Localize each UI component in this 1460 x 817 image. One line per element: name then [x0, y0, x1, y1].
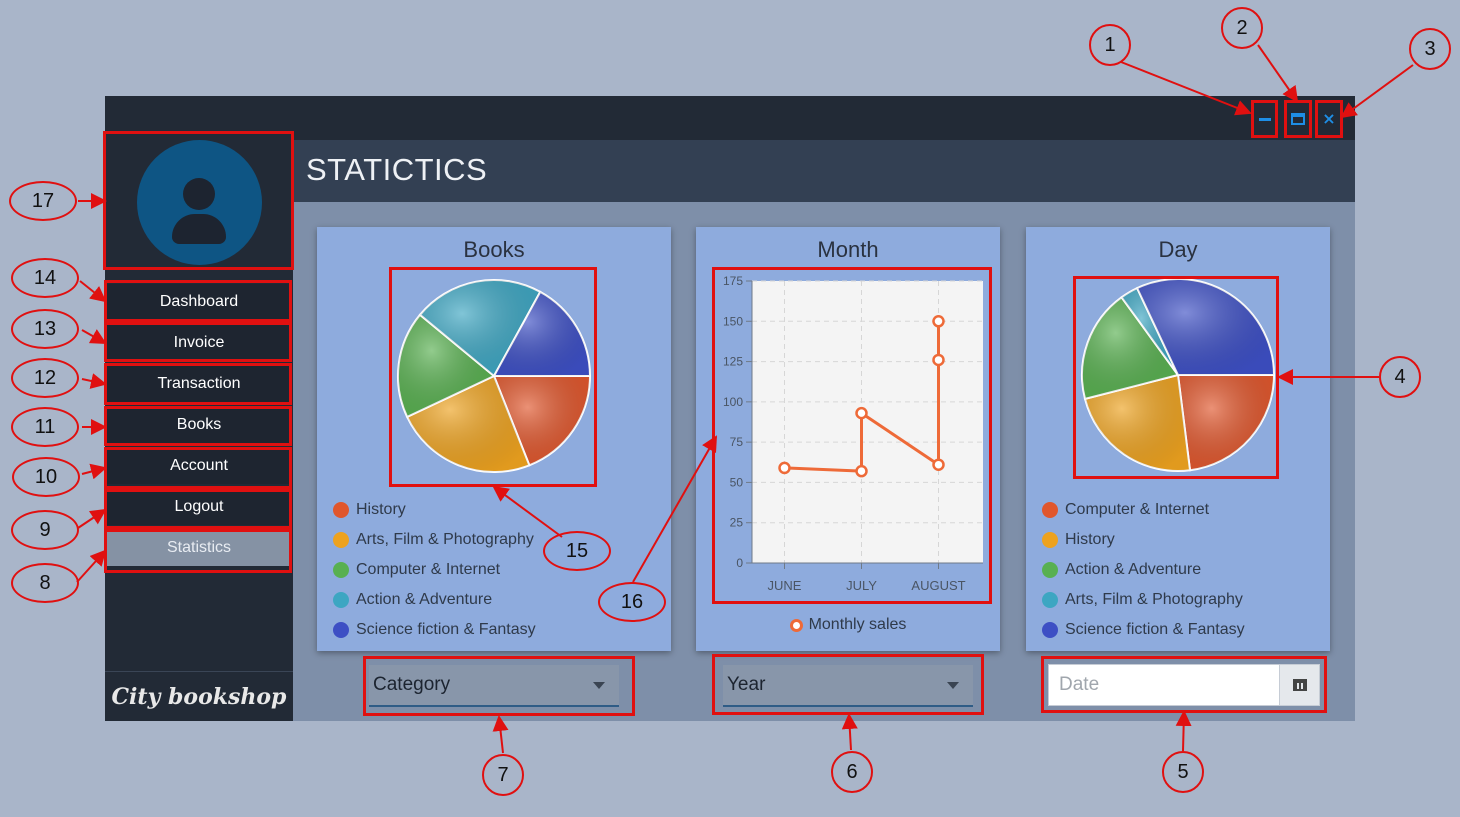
chevron-down-icon: [947, 682, 959, 689]
annotation-number: 11: [11, 407, 79, 447]
sidebar-item-account[interactable]: Account: [107, 448, 291, 484]
legend-item: Computer & Internet: [333, 555, 536, 585]
y-tick-label: 0: [736, 556, 743, 570]
legend-dot: [1042, 532, 1058, 548]
profile-area[interactable]: [105, 132, 293, 268]
annotation-number: 14: [11, 258, 79, 298]
calendar-icon: [1292, 679, 1307, 691]
legend-item: Science fiction & Fantasy: [1042, 615, 1245, 645]
data-point: [932, 315, 945, 328]
year-select-value: Year: [727, 674, 766, 695]
data-point: [855, 406, 868, 420]
day-card: Day Computer & Internet History Action &…: [1026, 227, 1330, 651]
minimize-icon[interactable]: [1252, 103, 1278, 135]
x-tick-label: JULY: [846, 578, 877, 593]
close-icon[interactable]: ×: [1316, 103, 1342, 135]
y-tick-label: 50: [730, 475, 744, 489]
x-tick-label: AUGUST: [911, 578, 965, 593]
annotation-number: 6: [831, 751, 873, 793]
legend-label: Science fiction & Fantasy: [1065, 621, 1245, 638]
annotation-number: 10: [12, 457, 80, 497]
date-picker: [1048, 664, 1320, 706]
legend-marker: [789, 618, 803, 632]
date-input[interactable]: [1049, 665, 1281, 705]
annotation-number: 16: [598, 582, 666, 622]
annotation-number: 4: [1379, 356, 1421, 398]
legend-item: Arts, Film & Photography: [1042, 585, 1245, 615]
legend-label: Arts, Film & Photography: [1065, 591, 1243, 608]
y-tick-label: 150: [723, 314, 743, 328]
sidebar-item-transaction[interactable]: Transaction: [107, 366, 291, 402]
calendar-button[interactable]: [1279, 665, 1319, 705]
data-point: [855, 464, 868, 478]
legend-dot: [333, 622, 349, 638]
legend-label: Computer & Internet: [356, 561, 501, 578]
legend-label: Action & Adventure: [1065, 561, 1202, 578]
annotation-number: 17: [9, 181, 77, 221]
annotation-number: 2: [1221, 7, 1263, 49]
y-tick-label: 175: [723, 274, 743, 288]
month-line-chart: 0 25 50 75 100 125 150 175 JUNE JULY AUGUST: [723, 274, 983, 593]
maximize-icon[interactable]: [1285, 103, 1311, 135]
legend-item: Arts, Film & Photography: [333, 525, 536, 555]
day-legend: Computer & Internet History Action & Adv…: [1042, 495, 1245, 645]
data-point: [932, 353, 945, 367]
legend-label: Science fiction & Fantasy: [356, 621, 536, 638]
x-tick-label: JUNE: [768, 578, 802, 593]
legend-item: Science fiction & Fantasy: [333, 615, 536, 645]
month-card: Month 0 25 50 75 100 125 150 175 JUNE JULY AUGUST …: [696, 227, 1000, 651]
month-legend: Monthly sales: [696, 616, 1000, 634]
legend-item: History: [333, 495, 536, 525]
legend-label: Arts, Film & Photography: [356, 531, 534, 548]
legend-dot: [333, 562, 349, 578]
legend-label: History: [356, 501, 406, 518]
y-tick-label: 125: [723, 355, 743, 369]
annotation-number: 13: [11, 309, 79, 349]
legend-dot: [1042, 562, 1058, 578]
legend-dot: [1042, 622, 1058, 638]
year-select[interactable]: Year: [723, 665, 973, 707]
legend-dot: [333, 502, 349, 518]
data-point: [778, 461, 791, 475]
books-legend: History Arts, Film & Photography Compute…: [333, 495, 536, 645]
y-tick-label: 100: [723, 395, 743, 409]
data-point: [932, 458, 945, 471]
legend-item: Computer & Internet: [1042, 495, 1245, 525]
annotation-number: 9: [11, 510, 79, 550]
sidebar-item-invoice[interactable]: Invoice: [107, 325, 291, 361]
sidebar-item-logout[interactable]: Logout: [107, 489, 291, 525]
y-tick-label: 25: [730, 516, 744, 530]
legend-item: Action & Adventure: [333, 585, 536, 615]
annotation-number: 1: [1089, 24, 1131, 66]
chevron-down-icon: [593, 682, 605, 689]
plot-area: [752, 281, 983, 563]
legend-item: Action & Adventure: [1042, 555, 1245, 585]
annotation-number: 7: [482, 754, 524, 796]
legend-dot: [1042, 502, 1058, 518]
legend-dot: [333, 532, 349, 548]
category-select-value: Category: [373, 674, 451, 695]
y-tick-label: 75: [730, 435, 744, 449]
annotation-number: 3: [1409, 28, 1451, 70]
sidebar-item-dashboard[interactable]: Dashboard: [107, 284, 291, 320]
legend-label: History: [1065, 531, 1115, 548]
legend-dot: [333, 592, 349, 608]
sidebar-item-books[interactable]: Books: [107, 407, 291, 443]
legend-dot: [1042, 592, 1058, 608]
category-select[interactable]: Category: [369, 665, 619, 707]
annotation-number: 5: [1162, 751, 1204, 793]
page-title: STATICTICS: [306, 152, 488, 187]
user-icon: [137, 140, 262, 265]
sidebar-item-statistics[interactable]: Statistics: [107, 530, 291, 566]
annotation-number: 8: [11, 563, 79, 603]
legend-label: Monthly sales: [808, 616, 907, 633]
annotation-number: 15: [543, 531, 611, 571]
legend-item: History: [1042, 525, 1245, 555]
brand-logo: City bookshop: [111, 683, 287, 710]
legend-label: Action & Adventure: [356, 591, 493, 608]
legend-label: Computer & Internet: [1065, 501, 1210, 518]
pie-slice-shading: [1178, 375, 1274, 471]
annotation-number: 12: [11, 358, 79, 398]
